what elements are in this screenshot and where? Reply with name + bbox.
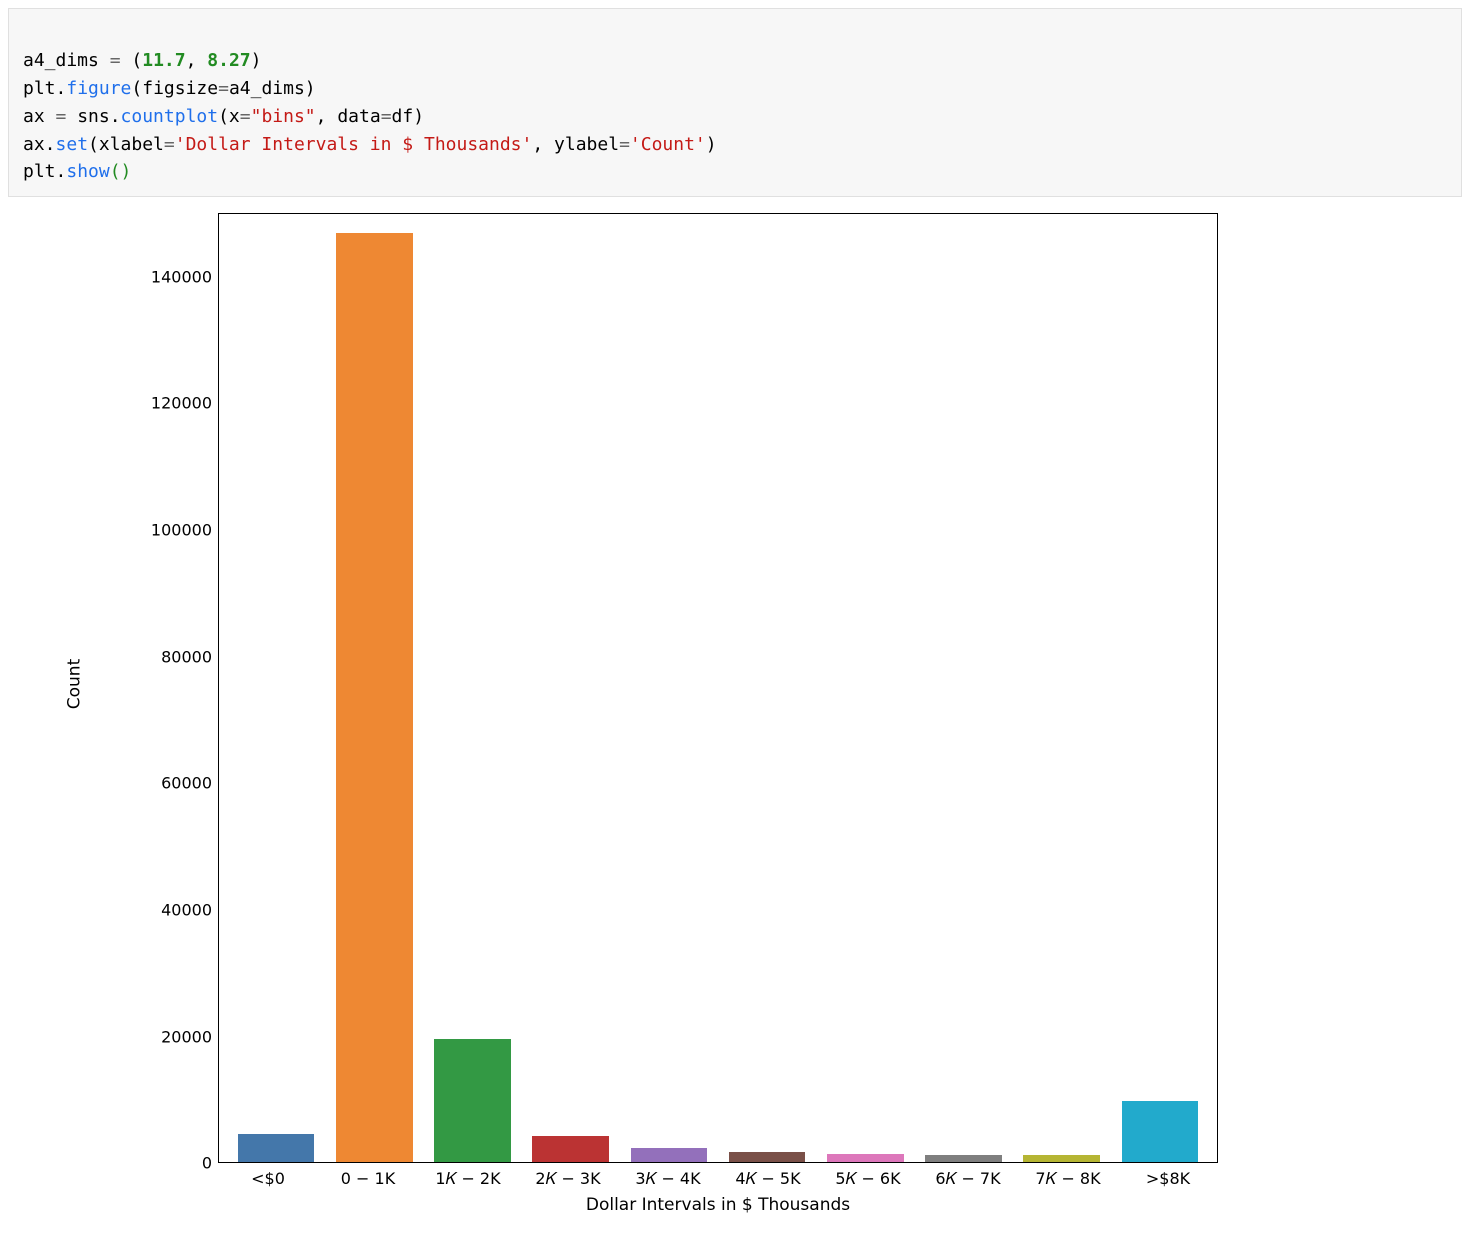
bar <box>532 1136 609 1163</box>
x-tick: 4𝐾 − 5K <box>718 1169 818 1189</box>
x-axis: <$00 − 1K1𝐾 − 2K2𝐾 − 3K3𝐾 − 4K4𝐾 − 5K5𝐾 … <box>218 1169 1218 1189</box>
x-tick: 2𝐾 − 3K <box>518 1169 618 1189</box>
bar <box>434 1039 511 1162</box>
bar <box>827 1154 904 1162</box>
y-tick: 0 <box>202 1154 212 1173</box>
bar-slot <box>325 214 423 1162</box>
bar-slot <box>620 214 718 1162</box>
y-tick: 120000 <box>151 394 212 413</box>
chart-output: Count 0 20000 40000 60000 80000 100000 120000 1… <box>8 209 1462 1219</box>
y-tick: 20000 <box>161 1027 212 1046</box>
code-line-4: ax.set(xlabel='Dollar Intervals in $ Tho… <box>23 134 717 155</box>
x-tick: <$0 <box>218 1169 318 1189</box>
bar <box>1122 1101 1199 1162</box>
y-tick: 100000 <box>151 521 212 540</box>
x-tick: 5𝐾 − 6K <box>818 1169 918 1189</box>
bar-slot <box>816 214 914 1162</box>
bar <box>729 1152 806 1162</box>
bar-slot <box>1013 214 1111 1162</box>
code-cell: a4_dims = (11.7, 8.27) plt.figure(figsiz… <box>8 8 1462 197</box>
bar-slot <box>522 214 620 1162</box>
code-line-1: a4_dims = (11.7, 8.27) <box>23 50 261 71</box>
code-line-5: plt.show() <box>23 161 131 182</box>
bar-slot <box>1111 214 1209 1162</box>
chart-figure: Count 0 20000 40000 60000 80000 100000 120000 1… <box>28 209 1228 1219</box>
bar <box>1023 1155 1100 1163</box>
y-tick: 40000 <box>161 901 212 920</box>
x-tick: 0 − 1K <box>318 1169 418 1189</box>
bar <box>336 233 413 1162</box>
y-axis-label: Count <box>62 209 86 1159</box>
x-tick: >$8K <box>1118 1169 1218 1189</box>
bar-slot <box>914 214 1012 1162</box>
bar <box>925 1155 1002 1163</box>
bar-slot <box>718 214 816 1162</box>
bars-container <box>219 214 1217 1162</box>
bar <box>631 1148 708 1162</box>
bar <box>238 1134 315 1162</box>
x-tick: 1𝐾 − 2K <box>418 1169 518 1189</box>
x-tick: 6𝐾 − 7K <box>918 1169 1018 1189</box>
y-axis: 020000400006000080000100000120000140000 <box>156 213 218 1163</box>
y-tick: 60000 <box>161 774 212 793</box>
code-line-3: ax = sns.countplot(x="bins", data=df) <box>23 106 424 127</box>
y-tick: 80000 <box>161 647 212 666</box>
x-axis-label: Dollar Intervals in $ Thousands <box>218 1195 1218 1215</box>
x-tick: 7𝐾 − 8K <box>1018 1169 1118 1189</box>
bar-slot <box>423 214 521 1162</box>
y-tick: 140000 <box>151 267 212 286</box>
x-tick: 3𝐾 − 4K <box>618 1169 718 1189</box>
code-line-2: plt.figure(figsize=a4_dims) <box>23 78 316 99</box>
bar-slot <box>227 214 325 1162</box>
plot-area <box>218 213 1218 1163</box>
